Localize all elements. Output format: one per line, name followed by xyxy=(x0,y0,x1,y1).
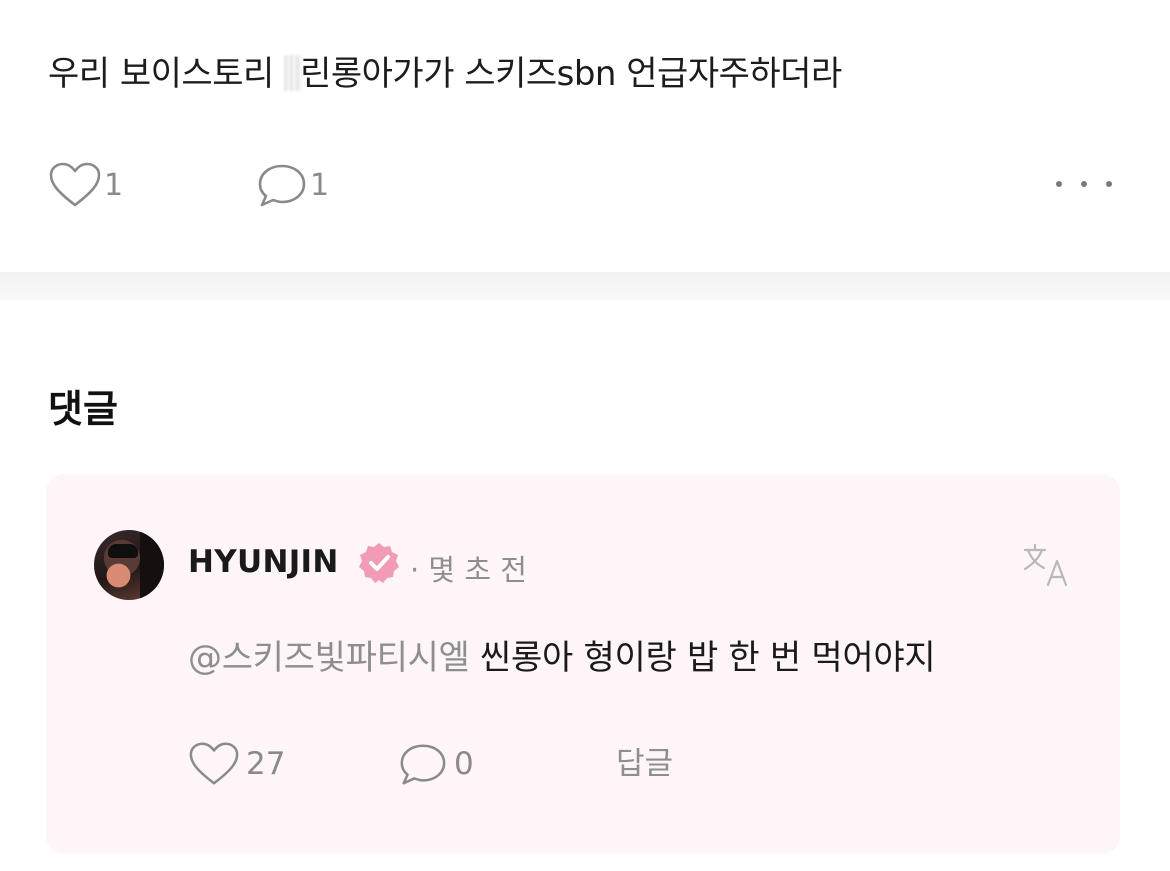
comment-reply-count: 0 xyxy=(454,746,474,782)
comment-username[interactable]: HYUNJIN xyxy=(188,544,339,580)
more-dot xyxy=(1056,181,1062,187)
post: 우리 보이스토리 린롱아가가 스키즈sbn 언급자주하더라 1 1 xyxy=(0,0,1170,272)
comment-message: 씬롱아 형이랑 밥 한 번 먹어야지 xyxy=(469,638,936,678)
heart-outline-icon xyxy=(189,742,239,785)
comment-actions: 27 0 답글 xyxy=(188,738,888,790)
mention-link[interactable]: @스키즈빛파티시엘 xyxy=(188,638,470,678)
post-comment-count: 1 xyxy=(310,167,330,203)
post-actions: 1 1 xyxy=(48,160,1122,210)
more-dot xyxy=(1081,181,1087,187)
more-options-button[interactable] xyxy=(1056,174,1112,194)
reply-button[interactable]: 답글 xyxy=(616,738,673,790)
redacted-blur xyxy=(284,55,303,91)
post-text-end: 린롱아가가 스키즈sbn 언급자주하더라 xyxy=(300,54,842,94)
section-divider xyxy=(0,272,1170,300)
verified-badge-icon xyxy=(359,543,399,583)
avatar[interactable] xyxy=(94,530,164,600)
post-like-button[interactable]: 1 xyxy=(48,160,123,210)
avatar-detail xyxy=(108,544,138,558)
post-comment-button[interactable]: 1 xyxy=(254,160,329,210)
comment-reply-count-button[interactable]: 0 xyxy=(396,738,474,790)
post-text: 우리 보이스토리 린롱아가가 스키즈sbn 언급자주하더라 xyxy=(48,46,842,95)
avatar-detail xyxy=(140,530,164,600)
post-like-count: 1 xyxy=(104,167,124,203)
heart-outline-icon xyxy=(49,162,101,207)
comment-timestamp: · 몇 초 전 xyxy=(410,553,527,587)
comment-like-button[interactable]: 27 xyxy=(188,738,285,790)
comment-body: @스키즈빛파티시엘 씬롱아 형이랑 밥 한 번 먹어야지 xyxy=(188,630,936,679)
comment-like-count: 27 xyxy=(246,746,286,782)
comment-card: HYUNJIN · 몇 초 전 @스키즈빛파티시엘 씬롱아 형이랑 밥 한 번 … xyxy=(46,474,1120,854)
post-text-start: 우리 보이스토리 xyxy=(48,54,285,94)
more-dot xyxy=(1106,181,1112,187)
comments-heading: 댓글 xyxy=(48,387,118,431)
speech-bubble-outline-icon xyxy=(400,744,446,785)
translate-icon[interactable] xyxy=(1022,542,1072,588)
speech-bubble-outline-icon xyxy=(258,164,306,207)
